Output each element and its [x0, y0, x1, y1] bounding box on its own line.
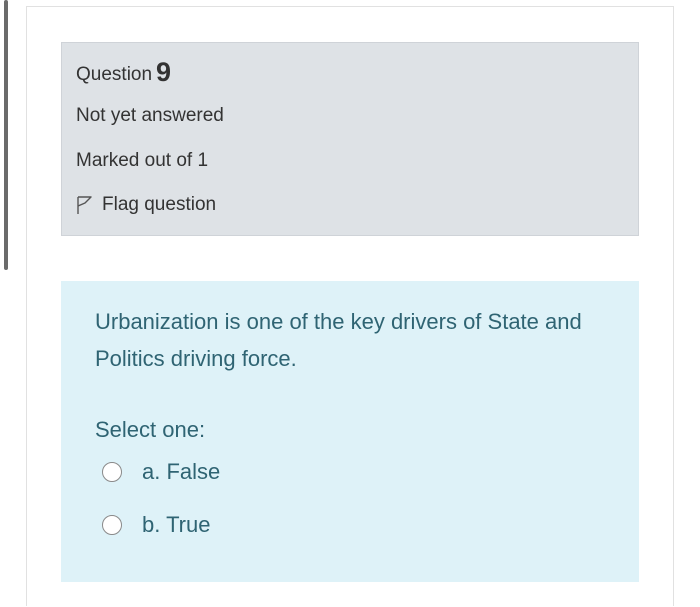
question-grade: Marked out of 1: [76, 150, 209, 171]
answer-option-b[interactable]: b. True: [102, 512, 210, 538]
answer-option-b-label: b. True: [142, 512, 211, 537]
answer-option-a[interactable]: a. False: [102, 459, 220, 485]
radio-unchecked-icon[interactable]: [102, 462, 122, 482]
question-label: Question: [76, 64, 153, 85]
question-state: Not yet answered: [76, 105, 224, 126]
flag-question-label: Flag question: [102, 194, 217, 215]
scrollbar[interactable]: [4, 0, 8, 270]
question-info-panel: Question 9 Not yet answered Marked out of…: [61, 42, 639, 236]
flag-question-link[interactable]: Flag question: [76, 194, 216, 216]
flag-icon: [76, 195, 94, 215]
question-content-panel: Urbanization is one of the key drivers o…: [61, 281, 639, 582]
question-title: Question 9: [76, 57, 171, 88]
question-text: Urbanization is one of the key drivers o…: [95, 309, 582, 371]
select-one-prompt: Select one:: [95, 417, 206, 442]
radio-unchecked-icon[interactable]: [102, 515, 122, 535]
answer-option-a-label: a. False: [142, 459, 221, 484]
question-number: 9: [156, 57, 172, 87]
